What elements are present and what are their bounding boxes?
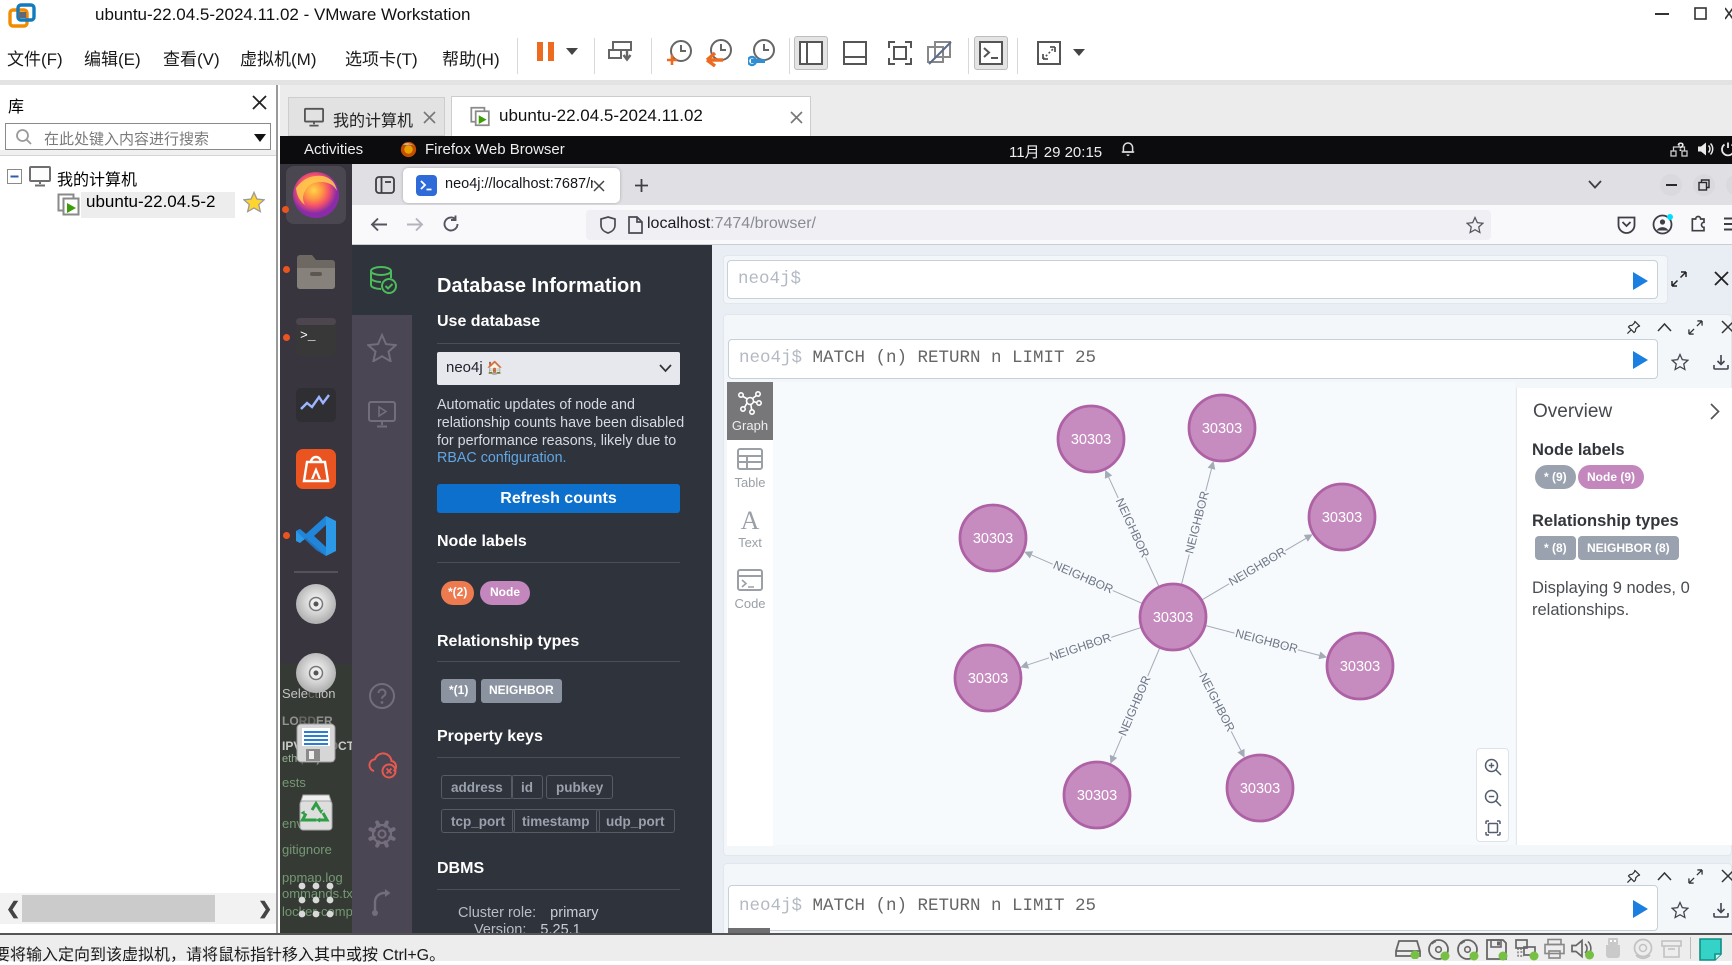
svg-text:NEIGHBOR: NEIGHBOR bbox=[1234, 626, 1300, 656]
svg-text:30303: 30303 bbox=[1240, 781, 1280, 797]
svg-text:NEIGHBOR: NEIGHBOR bbox=[1116, 673, 1154, 738]
svg-text:30303: 30303 bbox=[1322, 510, 1362, 526]
svg-text:NEIGHBOR: NEIGHBOR bbox=[1196, 671, 1238, 735]
svg-text:NEIGHBOR: NEIGHBOR bbox=[1048, 630, 1113, 663]
svg-text:A: A bbox=[741, 509, 760, 535]
svg-text:NEIGHBOR: NEIGHBOR bbox=[1226, 544, 1289, 589]
svg-text:?: ? bbox=[1677, 142, 1684, 154]
svg-text:30303: 30303 bbox=[1153, 610, 1193, 626]
svg-text:NEIGHBOR: NEIGHBOR bbox=[1051, 558, 1116, 597]
svg-text:30303: 30303 bbox=[1071, 432, 1111, 448]
svg-text:30303: 30303 bbox=[973, 531, 1013, 547]
svg-text:>_: >_ bbox=[300, 328, 316, 343]
svg-text:30303: 30303 bbox=[968, 671, 1008, 687]
svg-text:NEIGHBOR: NEIGHBOR bbox=[1182, 489, 1212, 555]
svg-text:30303: 30303 bbox=[1340, 659, 1380, 675]
svg-text:NEIGHBOR: NEIGHBOR bbox=[1113, 496, 1153, 560]
svg-text:30303: 30303 bbox=[1077, 788, 1117, 804]
svg-text:30303: 30303 bbox=[1202, 421, 1242, 437]
